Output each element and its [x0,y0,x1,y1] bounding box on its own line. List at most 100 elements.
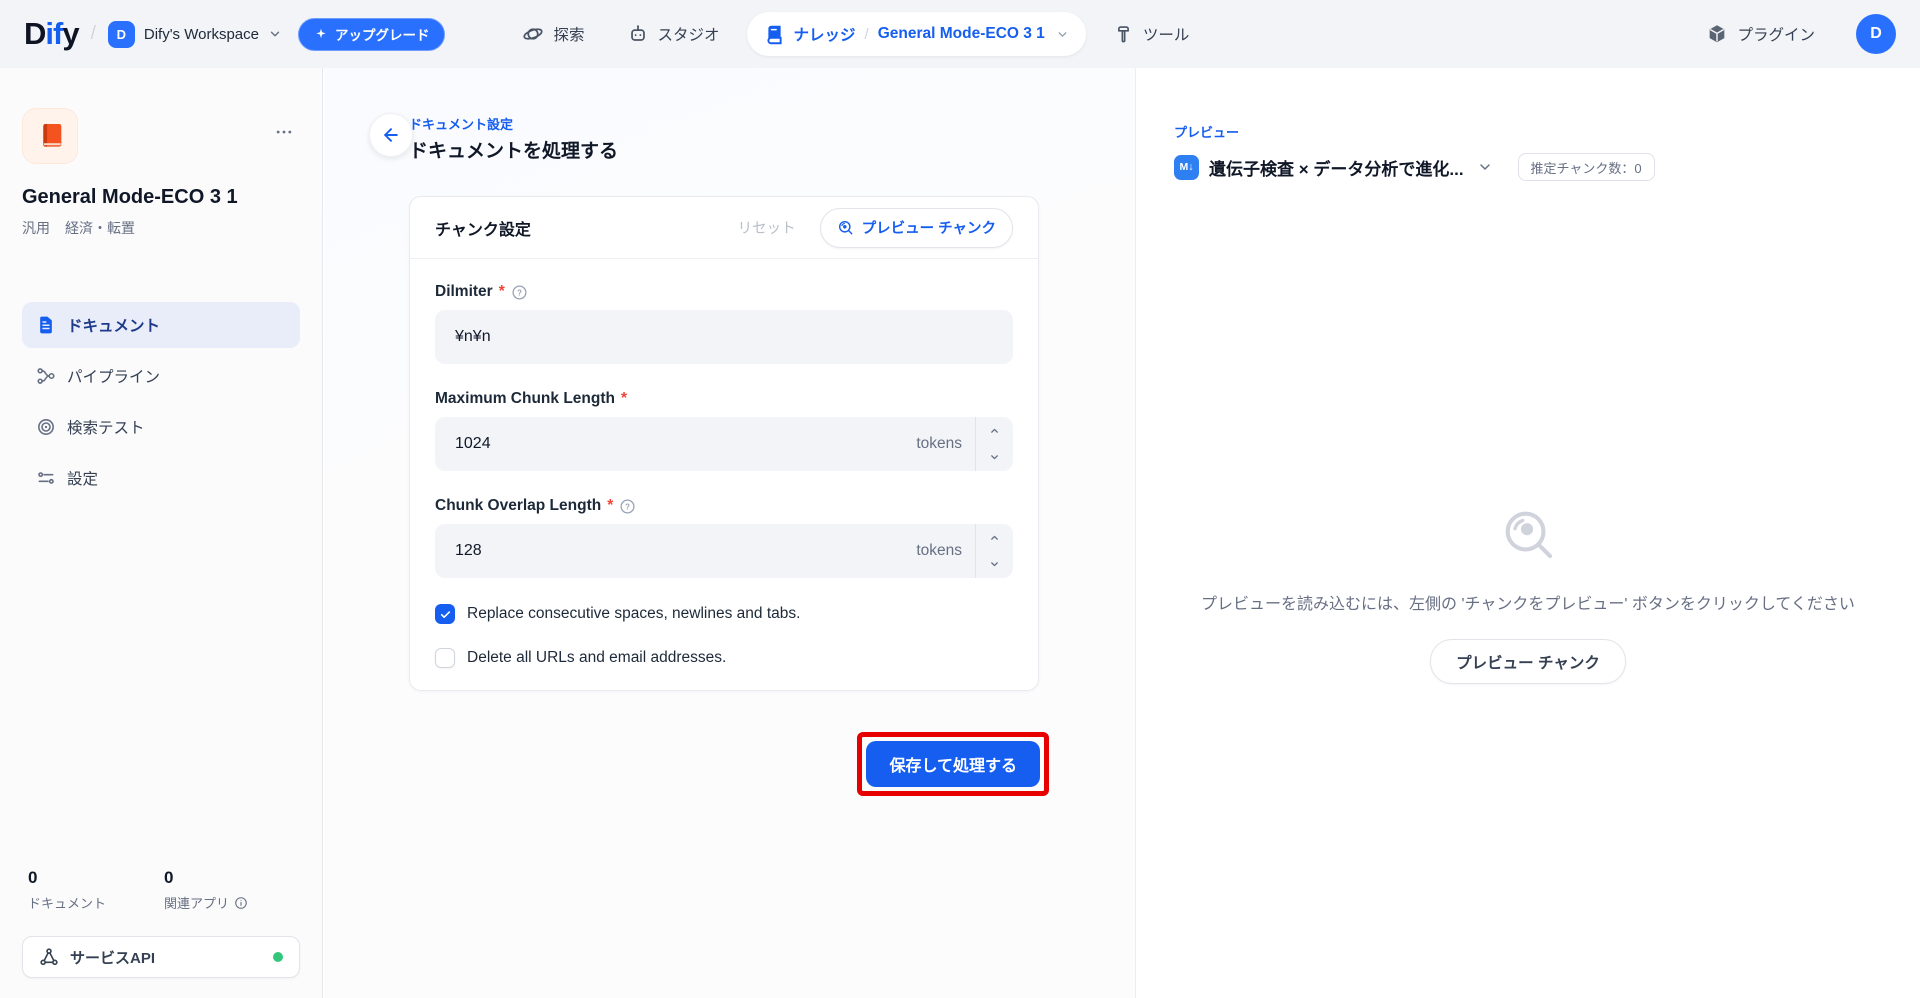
sidebar-bottom: 0 ドキュメント 0 関連アプリ サービスAPI [22,868,300,978]
stat-documents: 0 ドキュメント [28,868,164,912]
back-button[interactable] [369,113,413,157]
info-icon[interactable] [234,896,248,910]
preview-chunk-button-secondary[interactable]: プレビュー チャンク [1430,639,1626,684]
field-label-text: Dilmiter [435,283,493,301]
sidebar-item-documents[interactable]: ドキュメント [22,302,300,348]
main-nav: 探索 スタジオ ナレッジ / General Mode-ECO 3 1 ツール [507,12,1204,56]
breadcrumb-dataset-name: General Mode-ECO 3 1 [878,25,1045,43]
service-api-button[interactable]: サービスAPI [22,936,300,978]
target-icon [36,417,56,437]
sidebar-menu: ドキュメント パイプライン 検索テスト 設定 [22,302,300,501]
field-label: Dilmiter * ? [435,283,1013,301]
workspace-avatar: D [108,21,135,48]
nav-label-plugins: プラグイン [1737,23,1815,45]
sparkle-icon [314,27,328,41]
nav-right: プラグイン D [1691,12,1896,56]
dify-logo: Dify [24,16,79,52]
sidebar-item-settings[interactable]: 設定 [22,455,300,501]
max-chunk-length-input-box: tokens [435,417,1013,471]
stat-linked-apps: 0 関連アプリ [164,868,300,912]
chevron-down-icon[interactable] [1056,28,1069,41]
checkbox-row-replace-spaces: Replace consecutive spaces, newlines and… [435,604,1013,624]
dataset-stats: 0 ドキュメント 0 関連アプリ [22,868,300,912]
nav-item-tools[interactable]: ツール [1098,12,1205,56]
checkbox-checked[interactable] [435,604,455,624]
hammer-icon [1113,24,1134,45]
card-title: チャンク設定 [435,216,738,240]
nav-label-studio: スタジオ [658,23,720,45]
help-icon[interactable]: ? [619,498,636,515]
page-header: ドキュメント設定 ドキュメントを処理する [409,114,618,163]
dataset-tag: 汎用 [22,218,50,238]
save-and-process-button[interactable]: 保存して処理する [866,741,1040,787]
save-row: 保存して処理する [409,732,1049,796]
preview-empty-state: プレビューを読み込むには、左側の 'チャンクをプレビュー' ボタンをクリックして… [1136,505,1920,684]
preview-document-selector[interactable]: M↓ 遺伝子検査 × データ分析で進化... 推定チャンク数：0 [1174,153,1882,181]
preview-empty-message: プレビューを読み込むには、左側の 'チャンクをプレビュー' ボタンをクリックして… [1201,590,1855,614]
stepper-down-icon[interactable] [976,551,1013,578]
estimated-chunks-badge: 推定チャンク数：0 [1518,153,1655,181]
dataset-header [22,108,300,164]
field-label: Chunk Overlap Length * ? [435,497,1013,515]
chevron-down-icon[interactable] [1477,159,1493,175]
required-asterisk: * [499,283,505,301]
sidebar-item-label: パイプライン [67,365,160,387]
more-menu-icon[interactable] [274,122,294,142]
nav-label-explore: 探索 [553,23,584,45]
max-chunk-length-input[interactable] [435,435,916,453]
reset-button[interactable]: リセット [738,217,796,238]
api-nodes-icon [39,947,59,967]
planet-icon [522,23,544,45]
nav-item-studio[interactable]: スタジオ [612,12,735,56]
delimiter-input-box [435,310,1013,364]
stat-label-text: 関連アプリ [164,893,229,912]
required-asterisk: * [607,497,613,515]
tokens-suffix: tokens [916,435,975,453]
nav-item-knowledge-active[interactable]: ナレッジ / General Mode-ECO 3 1 [747,12,1086,56]
nav-label-tools: ツール [1143,23,1190,45]
stepper-down-icon[interactable] [976,444,1013,471]
number-stepper [975,417,1013,471]
card-header: チャンク設定 リセット プレビュー チャンク [410,197,1038,259]
breadcrumb: ドキュメント設定 [409,114,618,133]
workspace-selector[interactable]: D Dify's Workspace [108,21,282,48]
field-label: Maximum Chunk Length * [435,390,1013,408]
dataset-book-icon [22,108,78,164]
field-delimiter: Dilmiter * ? [435,283,1013,364]
checkbox-label: Delete all URLs and email addresses. [467,649,726,667]
field-label-text: Chunk Overlap Length [435,497,601,515]
upgrade-button[interactable]: アップグレード [298,18,446,51]
field-chunk-overlap-length: Chunk Overlap Length * ? tokens [435,497,1013,578]
dataset-tags: 汎用 経済・転置 [22,218,300,238]
card-body: Dilmiter * ? Maximum Chunk Length * [410,259,1038,690]
stepper-up-icon[interactable] [976,417,1013,444]
pipeline-icon [36,366,56,386]
chunk-overlap-input-box: tokens [435,524,1013,578]
stepper-up-icon[interactable] [976,524,1013,551]
user-avatar[interactable]: D [1856,14,1896,54]
sidebar-item-retrieval-test[interactable]: 検索テスト [22,404,300,450]
preview-chunk-button[interactable]: プレビュー チャンク [820,208,1013,248]
tokens-suffix: tokens [916,542,975,560]
chevron-down-icon [268,27,282,41]
preview-document-title: 遺伝子検査 × データ分析で進化... [1209,155,1464,180]
magnifier-eye-icon [837,219,854,236]
sidebar-item-pipeline[interactable]: パイプライン [22,353,300,399]
preview-panel: プレビュー M↓ 遺伝子検査 × データ分析で進化... 推定チャンク数：0 プ… [1135,68,1920,998]
highlight-annotation: 保存して処理する [857,732,1049,796]
page-title: ドキュメントを処理する [409,136,618,163]
markdown-file-icon: M↓ [1174,155,1199,180]
checkbox-row-delete-urls: Delete all URLs and email addresses. [435,648,1013,668]
top-nav: Dify / D Dify's Workspace アップグレード 探索 スタジ… [0,0,1920,68]
field-max-chunk-length: Maximum Chunk Length * tokens [435,390,1013,471]
nav-item-plugins[interactable]: プラグイン [1691,12,1830,56]
chunk-overlap-input[interactable] [435,542,916,560]
service-api-label: サービスAPI [70,947,155,968]
robot-icon [627,23,649,45]
stat-value: 0 [164,868,300,888]
checkbox-unchecked[interactable] [435,648,455,668]
nav-item-explore[interactable]: 探索 [507,12,599,56]
cube-icon [1706,23,1728,45]
delimiter-input[interactable] [435,328,1013,346]
help-icon[interactable]: ? [511,284,528,301]
